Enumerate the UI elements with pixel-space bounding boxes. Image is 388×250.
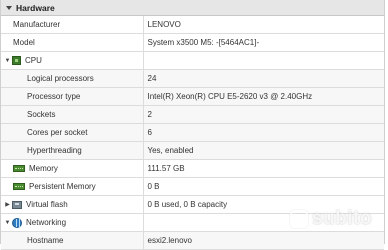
row-value: 2 — [143, 105, 384, 125]
row-value: 0 B used, 0 B capacity — [143, 195, 384, 215]
row-value: Intel(R) Xeon(R) CPU E5-2620 v3 @ 2.40GH… — [143, 87, 384, 107]
row-value: Yes, enabled — [143, 141, 384, 161]
hardware-panel: Hardware Manufacturer LENOVO Model Syste… — [0, 0, 385, 250]
row-value: 24 — [143, 69, 384, 89]
row-label: Persistent Memory — [29, 182, 96, 192]
row-label: Networking — [26, 218, 67, 228]
table-row-hyperthreading: Hyperthreading Yes, enabled — [1, 141, 384, 161]
flash-icon — [12, 200, 22, 209]
table-row-cpu[interactable]: ▼ CPU — [1, 51, 384, 71]
table-row-model: Model System x3500 M5: -[5464AC1]- — [1, 33, 384, 53]
collapse-caret-icon[interactable]: ▼ — [3, 58, 12, 64]
hardware-section-header[interactable]: Hardware — [1, 0, 384, 16]
memory-icon — [13, 183, 25, 191]
table-row-persistent-memory: Persistent Memory 0 B — [1, 177, 384, 197]
network-icon — [12, 217, 22, 228]
table-row-networking[interactable]: ▼ Networking — [1, 213, 384, 233]
row-label: Memory — [29, 164, 58, 174]
row-label: Hostname — [27, 236, 64, 246]
row-label: Cores per socket — [27, 128, 88, 138]
row-label: Logical processors — [27, 74, 94, 84]
table-row-sockets: Sockets 2 — [1, 105, 384, 125]
row-value: esxi2.lenovo — [143, 231, 384, 250]
row-value: 0 B — [143, 177, 384, 197]
memory-icon — [13, 165, 25, 173]
row-value: System x3500 M5: -[5464AC1]- — [143, 33, 384, 53]
cpu-icon — [12, 56, 21, 66]
expand-caret-icon[interactable]: ▶ — [3, 201, 12, 208]
table-row-manufacturer: Manufacturer LENOVO — [1, 16, 384, 35]
table-row-hostname: Hostname esxi2.lenovo — [1, 231, 384, 250]
row-value: 111.57 GB — [143, 159, 384, 179]
table-row-cores-per-socket: Cores per socket 6 — [1, 123, 384, 143]
row-value: LENOVO — [143, 16, 384, 35]
section-title: Hardware — [16, 2, 55, 13]
collapse-triangle-icon[interactable] — [6, 5, 12, 10]
row-label: Virtual flash — [26, 200, 68, 210]
row-label: Model — [13, 38, 35, 48]
row-label: Manufacturer — [13, 20, 61, 30]
hardware-table: Manufacturer LENOVO Model System x3500 M… — [1, 16, 384, 250]
table-row-memory: Memory 111.57 GB — [1, 159, 384, 179]
row-label: Processor type — [27, 92, 81, 102]
row-label: Hyperthreading — [27, 146, 82, 156]
collapse-caret-icon[interactable]: ▼ — [3, 220, 12, 226]
row-label: CPU — [25, 56, 42, 66]
row-label: Sockets — [27, 110, 56, 120]
table-row-virtual-flash[interactable]: ▶ Virtual flash 0 B used, 0 B capacity — [1, 195, 384, 215]
table-row-logical-processors: Logical processors 24 — [1, 69, 384, 89]
table-row-processor-type: Processor type Intel(R) Xeon(R) CPU E5-2… — [1, 87, 384, 107]
row-value: 6 — [143, 123, 384, 143]
